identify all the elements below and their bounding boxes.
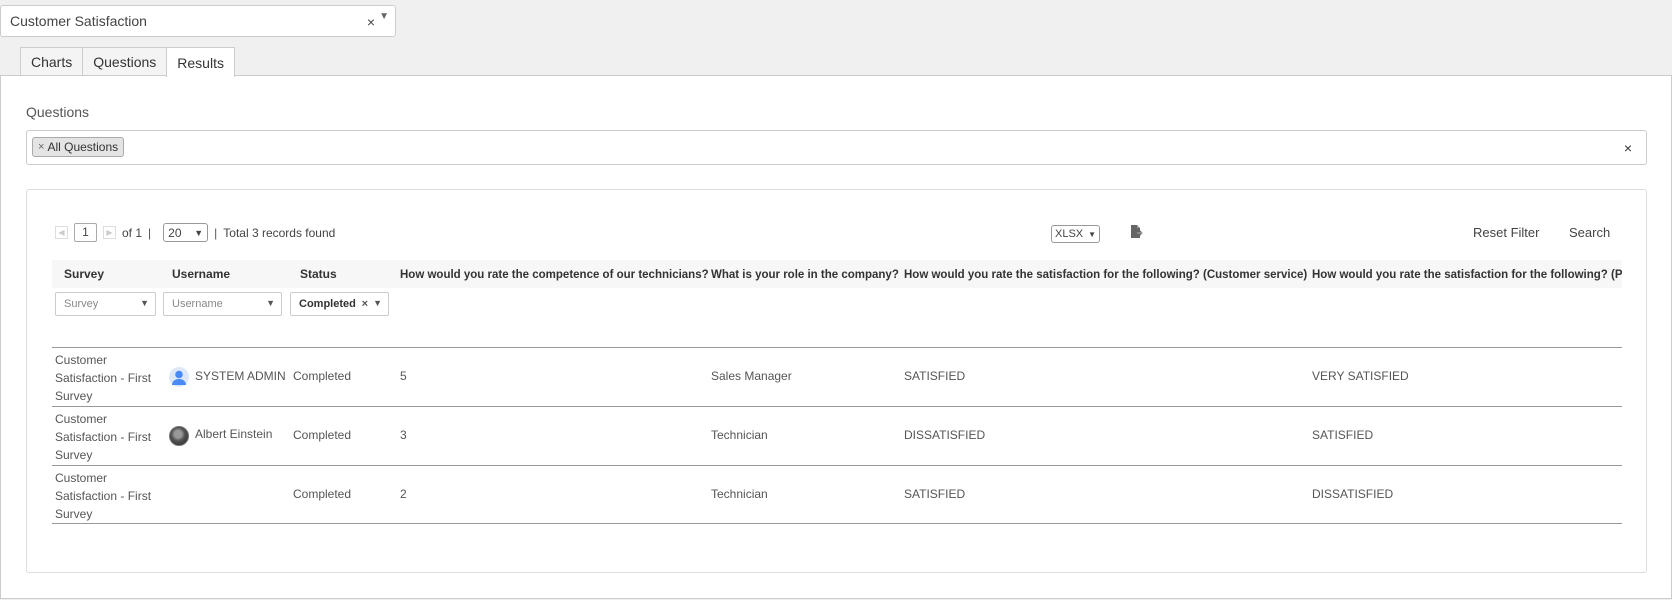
clear-filter-icon[interactable]: × — [362, 298, 368, 310]
column-header-username[interactable]: Username — [172, 267, 230, 281]
table-header-row: Survey Username Status How would you rat… — [52, 260, 1622, 288]
search-button[interactable]: Search — [1569, 225, 1610, 240]
column-header-q2[interactable]: What is your role in the company? — [711, 269, 899, 281]
cell-q3: DISSATISFIED — [904, 428, 986, 442]
survey-filter-placeholder: Survey — [64, 298, 99, 310]
export-file-icon[interactable] — [1128, 224, 1144, 240]
cell-status: Completed — [293, 487, 352, 501]
cell-survey: Customer Satisfaction - First Survey — [55, 471, 152, 521]
first-page-icon[interactable]: ◀ — [55, 226, 68, 239]
chevron-down-icon: ▼ — [140, 298, 149, 308]
separator: | — [214, 225, 218, 240]
question-tag-label: All Questions — [47, 140, 119, 154]
user-photo-avatar — [169, 426, 189, 446]
cell-q2: Sales Manager — [711, 369, 792, 383]
cell-q1: 5 — [400, 369, 407, 383]
tab-questions[interactable]: Questions — [82, 47, 168, 76]
cell-q1: 2 — [400, 487, 407, 501]
dropdown-arrow-icon[interactable]: ▼ — [379, 11, 389, 22]
clear-icon[interactable]: × — [367, 14, 375, 30]
column-header-q4[interactable]: How would you rate the satisfaction for … — [1312, 269, 1622, 281]
cell-username: Albert Einstein — [195, 427, 273, 441]
survey-filter[interactable]: Survey ▼ — [55, 292, 156, 316]
remove-tag-icon[interactable]: × — [38, 141, 44, 153]
table-row[interactable]: Customer Satisfaction - First Survey Alb… — [52, 406, 1622, 464]
questions-label: Questions — [26, 104, 90, 120]
tab-results[interactable]: Results — [166, 47, 235, 77]
chevron-down-icon: ▼ — [194, 227, 204, 238]
questions-multiselect[interactable]: × All Questions × — [26, 130, 1647, 165]
cell-q3: SATISFIED — [904, 369, 966, 383]
page-size-select[interactable]: 20 ▼ — [163, 223, 209, 242]
chevron-down-icon: ▼ — [373, 298, 382, 308]
username-filter-placeholder: Username — [172, 298, 223, 310]
records-total: Total 3 records found — [223, 225, 336, 240]
cell-q1: 3 — [400, 428, 407, 442]
cell-q2: Technician — [711, 487, 768, 501]
clear-questions-icon[interactable]: × — [1624, 140, 1632, 156]
cell-survey: Customer Satisfaction - First Survey — [55, 353, 152, 403]
survey-select-value: Customer Satisfaction — [10, 13, 147, 29]
status-filter[interactable]: Completed × ▼ — [290, 292, 389, 316]
cell-q4: DISSATISFIED — [1312, 487, 1394, 501]
page-input[interactable]: 1 — [74, 223, 97, 242]
cell-username: SYSTEM ADMIN — [195, 369, 286, 383]
chevron-down-icon: ▼ — [1088, 229, 1096, 239]
user-avatar-icon — [169, 367, 189, 387]
table-row[interactable]: Customer Satisfaction - First Survey SYS… — [52, 347, 1622, 405]
tab-bar: Charts Questions Results — [20, 47, 235, 77]
column-header-q3[interactable]: How would you rate the satisfaction for … — [904, 269, 1307, 281]
tab-charts[interactable]: Charts — [20, 47, 84, 76]
page-size-value: 20 — [168, 225, 182, 240]
column-header-q1[interactable]: How would you rate the competence of our… — [400, 269, 709, 281]
column-header-survey[interactable]: Survey — [64, 267, 104, 281]
username-filter[interactable]: Username ▼ — [163, 292, 282, 316]
export-format-select[interactable]: XLSX ▼ — [1051, 225, 1100, 243]
table-row[interactable]: Customer Satisfaction - First Survey Com… — [52, 465, 1622, 524]
separator: | — [148, 225, 152, 240]
reset-filter-button[interactable]: Reset Filter — [1473, 225, 1539, 240]
export-format-value: XLSX — [1055, 228, 1084, 240]
survey-select[interactable]: Customer Satisfaction × ▼ — [0, 5, 396, 37]
cell-q2: Technician — [711, 428, 768, 442]
cell-q3: SATISFIED — [904, 487, 966, 501]
cell-survey: Customer Satisfaction - First Survey — [55, 412, 152, 462]
cell-status: Completed — [293, 369, 352, 383]
chevron-down-icon: ▼ — [266, 298, 275, 308]
cell-status: Completed — [293, 428, 352, 442]
page-count: of 1 — [122, 225, 143, 240]
cell-q4: VERY SATISFIED — [1312, 369, 1409, 383]
cell-q4: SATISFIED — [1312, 428, 1374, 442]
status-filter-value: Completed — [299, 298, 356, 310]
question-tag: × All Questions — [32, 137, 125, 157]
results-grid-container: ◀ 1 ▶ of 1 | 20 ▼ | Total 3 records foun… — [26, 189, 1647, 573]
results-panel: Questions × All Questions × ◀ 1 ▶ of 1 |… — [0, 75, 1672, 599]
pager: ◀ 1 ▶ of 1 | 20 ▼ | Total 3 records foun… — [55, 223, 335, 242]
next-page-icon[interactable]: ▶ — [103, 226, 116, 239]
column-header-status[interactable]: Status — [300, 267, 337, 281]
results-table: Survey Username Status How would you rat… — [52, 260, 1622, 528]
